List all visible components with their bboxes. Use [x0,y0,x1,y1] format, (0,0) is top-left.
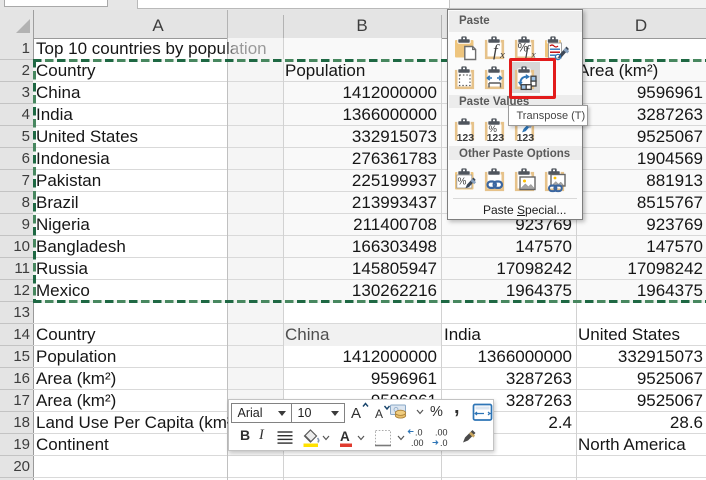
svg-text:123: 123 [457,132,475,143]
svg-text:x: x [499,49,505,61]
svg-text:.00: .00 [411,438,424,448]
svg-text:123: 123 [487,132,505,143]
svg-text:.0: .0 [415,428,423,438]
svg-text:%: % [458,177,467,188]
svg-text:A: A [340,429,350,444]
svg-text:.00: .00 [435,428,448,438]
svg-text:A: A [351,405,361,422]
svg-text:A: A [375,407,383,421]
svg-text:.0: .0 [440,438,448,448]
svg-text:123: 123 [517,132,535,143]
